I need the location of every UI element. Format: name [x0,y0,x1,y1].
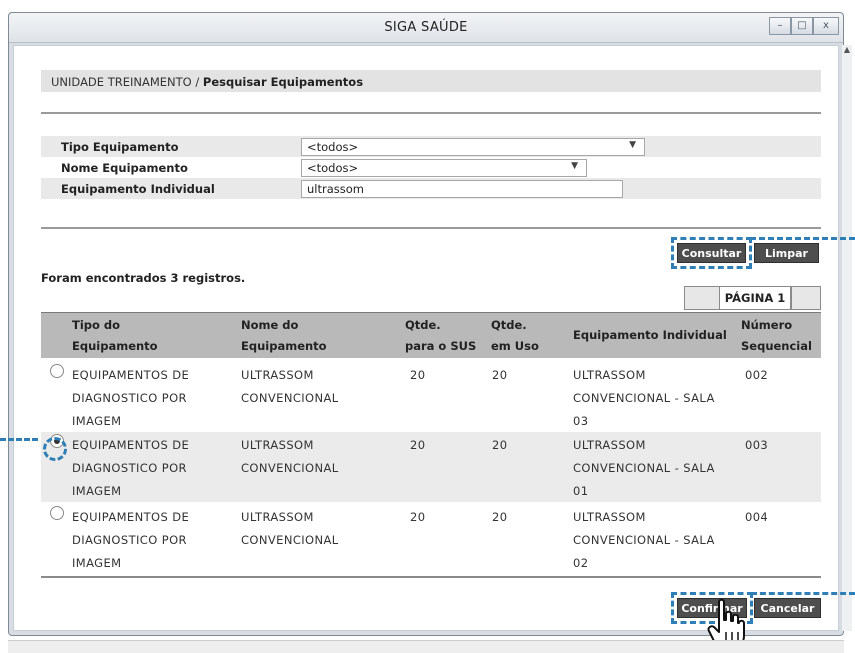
status-bar [8,640,844,653]
header-qtde-sus: Qtde. para o SUS [405,318,477,353]
cell-qtde-sus: 20 [410,510,426,524]
confirmar-callout-line [751,592,855,595]
breadcrumb-unit: UNIDADE TREINAMENTO / [51,75,200,89]
cell-qtde-sus: 20 [410,438,426,452]
cell-numero-sequencial: 002 [745,368,769,382]
equipamento-individual-row: Equipamento Individual ultrassom [41,178,821,199]
window-title: SIGA SAÚDE [384,20,468,35]
nome-equipamento-label: Nome Equipamento [61,161,188,175]
header-numero-sequencial: Número Sequencial [741,318,812,353]
cell-tipo: EQUIPAMENTOS DE DIAGNOSTICO POR IMAGEM [72,368,190,428]
tipo-equipamento-label: Tipo Equipamento [61,140,179,154]
cell-qtde-sus: 20 [410,368,426,382]
consultar-callout-line [750,237,855,240]
breadcrumb-page: Pesquisar Equipamentos [202,75,364,89]
chevron-down-icon: ▼ [629,140,636,150]
pager-next[interactable] [791,286,821,310]
nome-equipamento-value: <todos> [307,161,359,175]
nome-equipamento-row: Nome Equipamento <todos> ▼ [41,157,821,178]
breadcrumb: UNIDADE TREINAMENTO / Pesquisar Equipame… [41,70,821,92]
cell-numero-sequencial: 003 [745,438,769,452]
cell-qtde-uso: 20 [492,438,508,452]
window-controls: – □ x [769,17,839,35]
header-equipamento-individual: Equipamento Individual [573,328,727,342]
divider [41,227,821,229]
selected-radio-highlight [43,437,67,461]
maximize-button[interactable]: □ [791,17,813,35]
minimize-button[interactable]: – [769,17,791,35]
divider [41,112,821,114]
cancelar-button[interactable]: Cancelar [754,598,821,618]
limpar-button[interactable]: Limpar [754,243,819,263]
vertical-scrollbar[interactable]: ▲ [842,45,852,631]
header-nome: Nome do Equipamento [241,318,327,353]
header-tipo: Tipo do Equipamento [72,318,158,353]
cell-qtde-uso: 20 [492,510,508,524]
dialog-content: UNIDADE TREINAMENTO / Pesquisar Equipame… [13,45,839,631]
cell-nome: ULTRASSOM CONVENCIONAL [241,510,339,547]
radio-callout-line [0,438,38,441]
close-button[interactable]: x [813,17,839,35]
equipamento-individual-input[interactable]: ultrassom [301,180,623,198]
cell-nome: ULTRASSOM CONVENCIONAL [241,438,339,475]
cell-equipamento-individual: ULTRASSOM CONVENCIONAL - SALA 02 [573,510,715,570]
consultar-highlight [671,237,752,269]
cell-numero-sequencial: 004 [745,510,769,524]
table-row[interactable]: EQUIPAMENTOS DE DIAGNOSTICO POR IMAGEM U… [41,504,821,574]
scroll-up-icon[interactable]: ▲ [842,45,852,54]
nome-equipamento-select[interactable]: <todos> ▼ [301,159,587,177]
app-window: SIGA SAÚDE – □ x UNIDADE TREINAMENTO / P… [8,12,852,636]
table-header: Tipo do Equipamento Nome do Equipamento … [41,312,821,358]
chevron-down-icon: ▼ [571,161,578,171]
header-qtde-uso: Qtde. em Uso [491,318,539,353]
cell-nome: ULTRASSOM CONVENCIONAL [241,368,339,405]
row-radio[interactable] [50,506,64,520]
cell-equipamento-individual: ULTRASSOM CONVENCIONAL - SALA 01 [573,438,715,498]
tipo-equipamento-row: Tipo Equipamento <todos> ▼ [41,136,821,157]
title-bar: SIGA SAÚDE – □ x [9,13,843,43]
row-radio[interactable] [50,364,64,378]
tipo-equipamento-select[interactable]: <todos> ▼ [301,138,645,156]
table-row[interactable]: EQUIPAMENTOS DE DIAGNOSTICO POR IMAGEM U… [41,432,821,502]
equipamento-individual-label: Equipamento Individual [61,182,215,196]
page-indicator: PÁGINA 1 [719,286,791,310]
results-count: Foram encontrados 3 registros. [41,271,246,285]
table-row[interactable]: EQUIPAMENTOS DE DIAGNOSTICO POR IMAGEM U… [41,362,821,432]
pager-prev[interactable] [684,286,720,310]
table-bottom-rule [41,576,821,578]
tipo-equipamento-value: <todos> [307,140,359,154]
cell-tipo: EQUIPAMENTOS DE DIAGNOSTICO POR IMAGEM [72,510,190,570]
cell-qtde-uso: 20 [492,368,508,382]
cell-equipamento-individual: ULTRASSOM CONVENCIONAL - SALA 03 [573,368,715,428]
cell-tipo: EQUIPAMENTOS DE DIAGNOSTICO POR IMAGEM [72,438,190,498]
